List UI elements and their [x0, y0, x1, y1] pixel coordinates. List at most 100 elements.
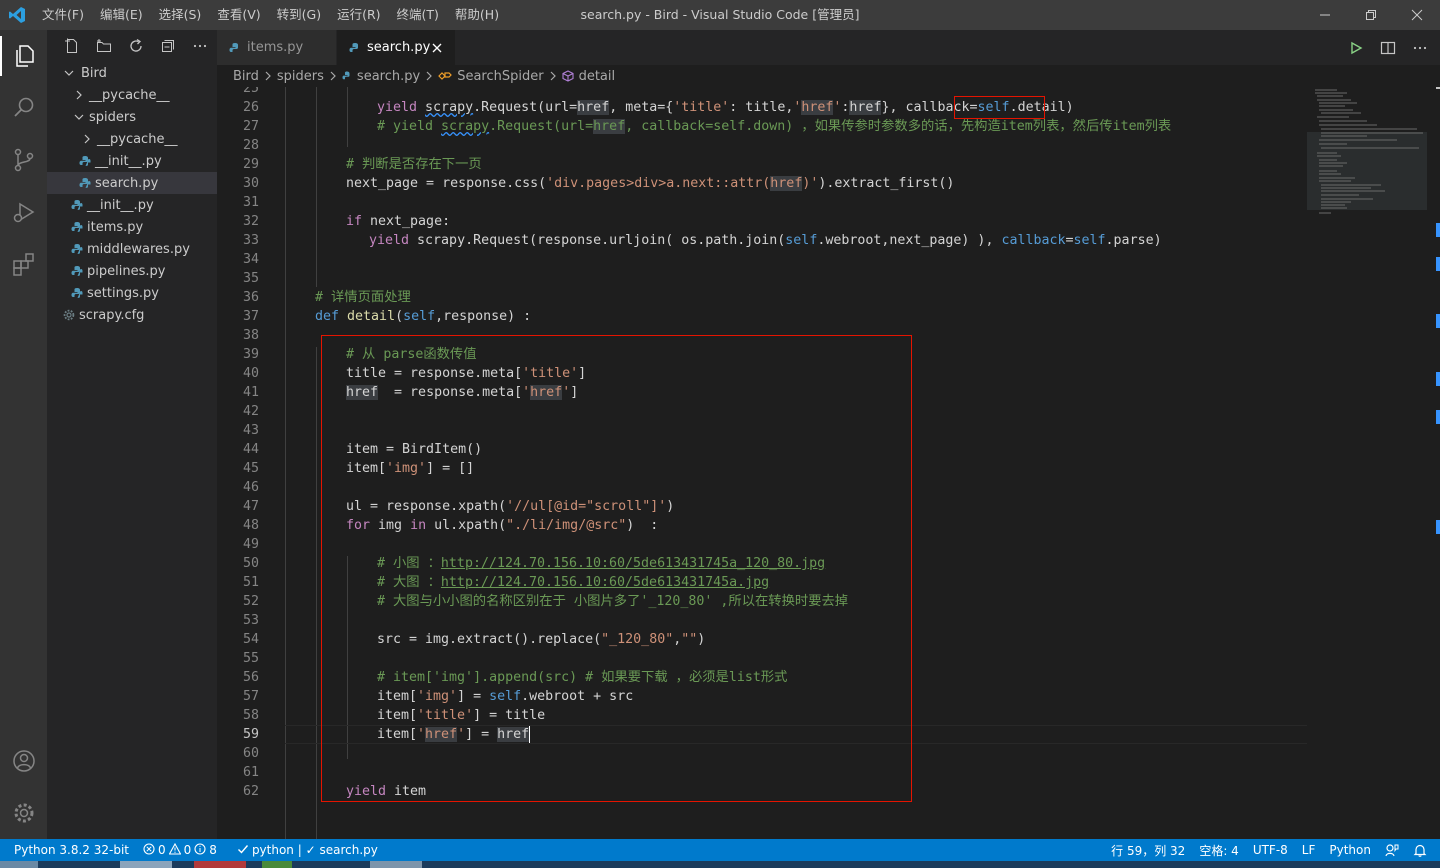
tree-item-pycache[interactable]: __pycache__ — [47, 84, 217, 106]
more-actions-icon[interactable] — [1410, 30, 1430, 65]
code-line: 56 # item['img'].append(src) # 如果要下载 ，必须是… — [242, 670, 788, 685]
tree-item-pipelines-py[interactable]: pipelines.py — [47, 260, 217, 282]
cursor-position[interactable]: 行 59，列 32 — [1104, 839, 1192, 861]
tab-label: search.py — [367, 40, 431, 55]
vertical-scrollbar[interactable] — [1427, 87, 1440, 839]
tree-item-spiders-init[interactable]: __init__.py — [47, 150, 217, 172]
url-link[interactable]: http://124.70.156.10:60/5de613431745a.jp… — [441, 575, 769, 590]
language-mode[interactable]: Python — [1322, 839, 1378, 861]
breadcrumb-item[interactable]: spiders — [277, 69, 324, 84]
check-icon — [237, 843, 249, 858]
tree-label: Bird — [81, 65, 107, 81]
tree-item-scrapy-cfg[interactable]: scrapy.cfg — [47, 304, 217, 326]
tree-item-items-py[interactable]: items.py — [47, 216, 217, 238]
extensions-icon[interactable] — [0, 238, 47, 290]
python-file-icon — [69, 282, 85, 304]
run-icon[interactable] — [1346, 30, 1366, 65]
menu-file[interactable]: 文件(F) — [34, 0, 92, 30]
error-count: 0 — [158, 843, 166, 857]
menu-help[interactable]: 帮助(H) — [447, 0, 507, 30]
code-line: 40 title = response.meta['title'] — [242, 366, 587, 381]
taskbar-app[interactable] — [120, 861, 172, 868]
tree-label: __init__.py — [95, 153, 162, 169]
python-env-status[interactable]: python | ✓ search.py — [230, 839, 385, 861]
close-icon[interactable] — [431, 42, 443, 54]
tree-item-spiders-pycache[interactable]: __pycache__ — [47, 128, 217, 150]
menu-go[interactable]: 转到(G) — [269, 0, 329, 30]
refresh-icon[interactable] — [121, 30, 151, 62]
menu-terminal[interactable]: 终端(T) — [389, 0, 447, 30]
breadcrumb-file[interactable]: search.py — [342, 69, 420, 84]
indentation[interactable]: 空格: 4 — [1192, 839, 1246, 861]
run-debug-icon[interactable] — [0, 186, 47, 238]
info-count: 8 — [209, 843, 217, 857]
manage-gear-icon[interactable] — [0, 787, 47, 839]
tree-item-search-py[interactable]: search.py — [47, 172, 217, 194]
tab-search-py[interactable]: search.py — [337, 30, 455, 65]
menu-edit[interactable]: 编辑(E) — [92, 0, 151, 30]
breadcrumb-class[interactable]: SearchSpider — [438, 69, 544, 84]
tree-item-middlewares-py[interactable]: middlewares.py — [47, 238, 217, 260]
close-window-icon[interactable] — [1394, 0, 1440, 30]
code-line: 36 # 详情页面处理 — [242, 290, 411, 305]
code-line: 57 item['img'] = self.webroot + src — [242, 689, 634, 704]
chevron-right-icon — [424, 70, 434, 82]
window-controls — [1302, 0, 1440, 30]
warning-icon — [168, 842, 182, 858]
end-of-line[interactable]: LF — [1295, 839, 1323, 861]
breadcrumb: Bird spiders search.py SearchSpider deta… — [217, 65, 1440, 87]
tree-item-init[interactable]: __init__.py — [47, 194, 217, 216]
title-bar: 文件(F) 编辑(E) 选择(S) 查看(V) 转到(G) 运行(R) 终端(T… — [0, 0, 1440, 30]
tree-label: __init__.py — [87, 197, 154, 213]
collapse-all-icon[interactable] — [153, 30, 183, 62]
menu-view[interactable]: 查看(V) — [209, 0, 268, 30]
taskbar-app[interactable] — [262, 861, 292, 868]
code-line: 29 # 判断是否存在下一页 — [242, 157, 482, 172]
python-file-icon — [77, 172, 93, 194]
encoding[interactable]: UTF-8 — [1246, 839, 1295, 861]
code-line: 52 # 大图与小小图的名称区别在于 小图片多了'_120_80' ,所以在转换时… — [242, 594, 849, 609]
breadcrumb-item[interactable]: Bird — [233, 69, 259, 84]
tree-item-settings-py[interactable]: settings.py — [47, 282, 217, 304]
tree-item-spiders[interactable]: spiders — [47, 106, 217, 128]
code-editor[interactable]: 25 26 yield scrapy.Request(url=href, meta… — [217, 87, 1307, 839]
code-line: 48 for img in ul.xpath("./li/img/@src") : — [242, 518, 659, 533]
tree-label: search.py — [95, 175, 159, 191]
more-icon[interactable] — [185, 30, 215, 62]
tab-items-py[interactable]: items.py — [217, 30, 337, 65]
code-line: 61 — [242, 765, 259, 780]
taskbar-app[interactable] — [0, 861, 38, 868]
warning-count: 0 — [183, 843, 192, 857]
chevron-right-icon — [79, 128, 95, 150]
minimize-icon[interactable] — [1302, 0, 1348, 30]
feedback-icon[interactable] — [1378, 839, 1406, 861]
menu-run[interactable]: 运行(R) — [329, 0, 388, 30]
code-line: 44 item = BirdItem() — [242, 442, 483, 457]
python-file-icon — [342, 71, 352, 81]
code-line: 28 — [242, 138, 259, 153]
breadcrumb-method[interactable]: detail — [562, 69, 615, 84]
split-editor-icon[interactable] — [1378, 30, 1398, 65]
taskbar-app[interactable] — [194, 861, 246, 868]
new-file-icon[interactable] — [57, 30, 87, 62]
python-file-icon — [69, 260, 85, 282]
account-icon[interactable] — [0, 735, 47, 787]
scrollbar-marks — [1427, 87, 1440, 839]
code-line: 27 # yield scrapy.Request(url=href, callb… — [242, 119, 1172, 134]
python-interpreter[interactable]: Python 3.8.2 32-bit — [0, 839, 136, 861]
menu-selection[interactable]: 选择(S) — [151, 0, 210, 30]
restore-icon[interactable] — [1348, 0, 1394, 30]
taskbar-app[interactable] — [370, 861, 422, 868]
code-line: 32 if next_page: — [242, 214, 451, 229]
new-folder-icon[interactable] — [89, 30, 119, 62]
problems-indicator[interactable]: 0 0 8 — [136, 839, 224, 861]
minimap[interactable] — [1307, 87, 1427, 839]
source-control-icon[interactable] — [0, 134, 47, 186]
search-icon[interactable] — [0, 82, 47, 134]
files-icon[interactable] — [0, 30, 47, 82]
code-line: 25 — [242, 87, 259, 96]
url-link[interactable]: http://124.70.156.10:60/5de613431745a_12… — [441, 556, 825, 571]
tree-root-bird[interactable]: Bird — [47, 62, 217, 84]
code-line: 39 # 从 parse函数传值 — [242, 347, 477, 362]
notifications-bell-icon[interactable] — [1406, 839, 1434, 861]
